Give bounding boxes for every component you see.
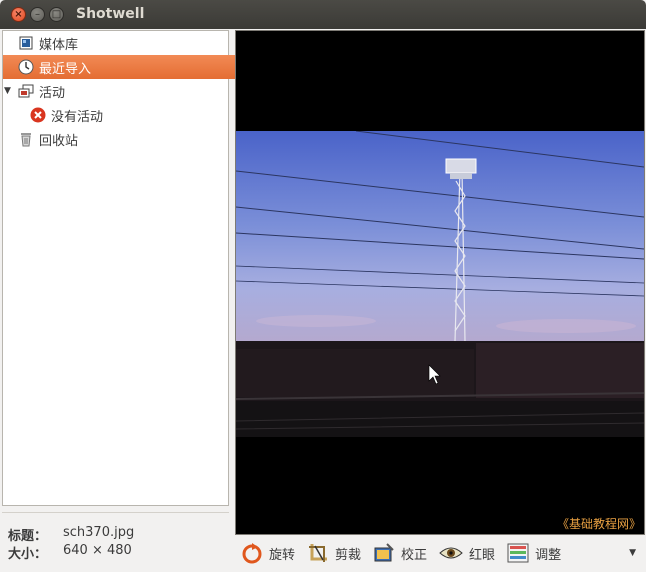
- sidebar-item-recent-import[interactable]: 最近导入: [3, 55, 242, 79]
- close-icon[interactable]: ×: [11, 7, 26, 22]
- edit-toolbar: 旋转 剪裁 校正 红眼 调整 ▼: [235, 536, 646, 570]
- photo-info-panel: 标题： sch370.jpg 大小： 640 × 480: [2, 512, 229, 569]
- crop-button[interactable]: 剪裁: [307, 538, 361, 568]
- photo-image: [236, 131, 644, 437]
- sidebar-item-label: 最近导入: [39, 61, 92, 77]
- library-icon: [17, 34, 35, 52]
- rotate-icon: [242, 543, 262, 564]
- error-icon: [29, 106, 47, 124]
- enhance-icon: [374, 543, 394, 562]
- rotate-button[interactable]: 旋转: [241, 538, 295, 568]
- minimize-icon[interactable]: –: [30, 7, 45, 22]
- maximize-icon[interactable]: □: [49, 7, 64, 22]
- enhance-button[interactable]: 校正: [373, 538, 427, 568]
- crop-label: 剪裁: [335, 547, 362, 563]
- sidebar-item-label: 活动: [39, 85, 66, 101]
- title-label: 标题：: [8, 529, 48, 544]
- sidebar: 媒体库 最近导入 ▼ 活动 没有活动 回收站: [2, 30, 242, 506]
- sidebar-item-label: 媒体库: [39, 37, 79, 53]
- redeye-button[interactable]: 红眼: [439, 538, 495, 568]
- adjust-button[interactable]: 调整: [507, 538, 561, 568]
- size-label: 大小：: [8, 547, 48, 562]
- title-bar: × – □ Shotwell: [0, 0, 646, 29]
- sidebar-item-no-events[interactable]: 没有活动: [3, 103, 254, 127]
- redeye-label: 红眼: [469, 547, 496, 563]
- sidebar-item-events[interactable]: ▼ 活动: [3, 79, 242, 103]
- window-title: Shotwell: [76, 6, 145, 22]
- crop-icon: [309, 544, 328, 562]
- sidebar-item-library[interactable]: 媒体库: [3, 31, 242, 55]
- watermark-text: 《基础教程网》: [556, 517, 641, 531]
- sidebar-item-label: 回收站: [39, 133, 79, 149]
- size-value: 640 × 480: [63, 543, 132, 558]
- sidebar-item-label: 没有活动: [51, 109, 104, 125]
- photo-viewer[interactable]: 《基础教程网》: [235, 30, 645, 535]
- adjust-label: 调整: [535, 547, 562, 563]
- chevron-down-icon[interactable]: ▼: [4, 86, 14, 96]
- rotate-label: 旋转: [269, 547, 296, 563]
- enhance-label: 校正: [401, 547, 428, 563]
- adjust-icon: [507, 543, 529, 563]
- clock-icon: [17, 58, 35, 76]
- overflow-chevron-icon[interactable]: ▼: [629, 548, 636, 558]
- title-value: sch370.jpg: [63, 525, 135, 540]
- sidebar-item-trash[interactable]: 回收站: [3, 127, 242, 151]
- trash-icon: [17, 130, 35, 148]
- eye-icon: [439, 547, 463, 559]
- events-icon: [17, 82, 35, 100]
